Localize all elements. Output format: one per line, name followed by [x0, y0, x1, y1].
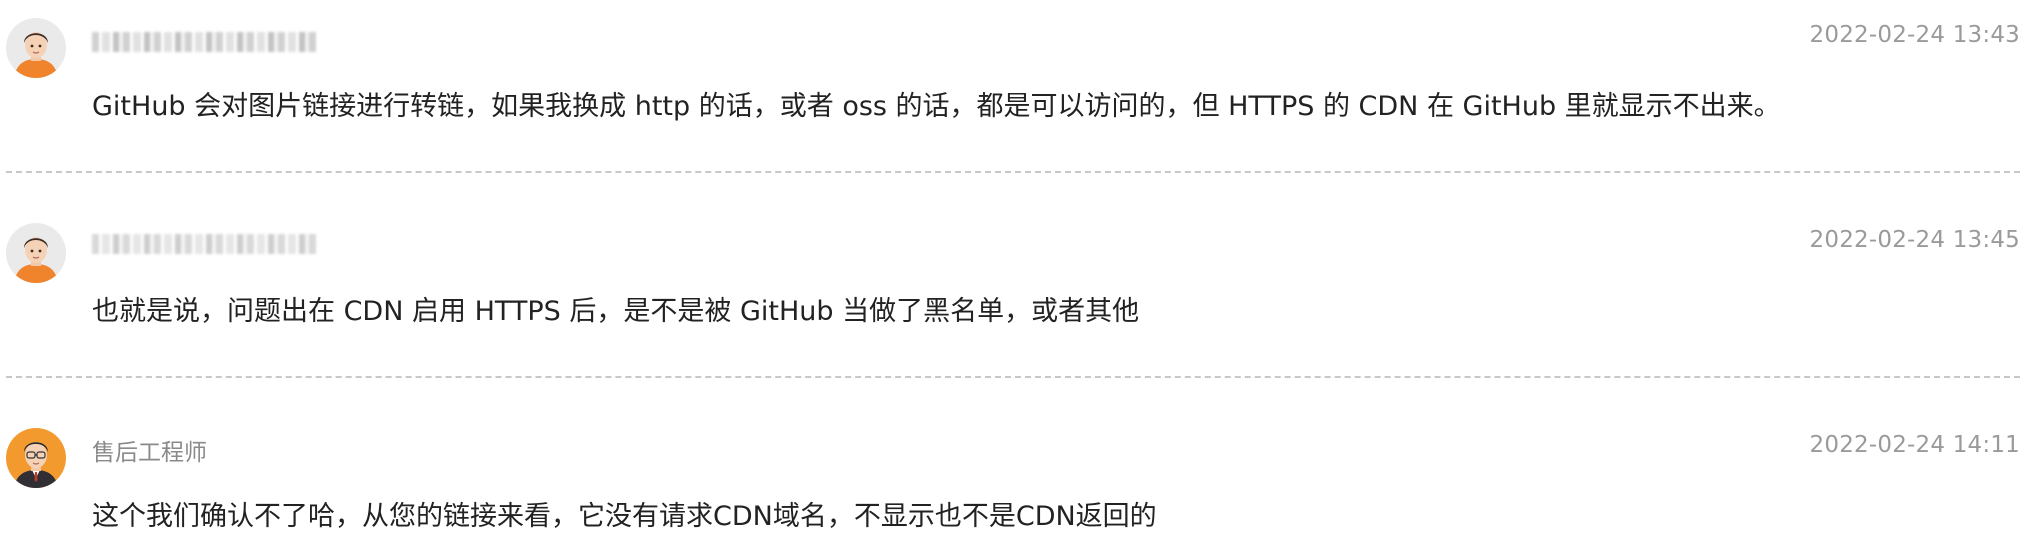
comment-text: 这个我们确认不了哈，从您的链接来看，它没有请求CDN域名，不显示也不是CDN返回…	[92, 501, 1157, 532]
username[interactable]: 售后工程师	[92, 433, 207, 467]
comment-divider	[6, 171, 2020, 173]
user-avatar-icon[interactable]	[6, 223, 66, 283]
comment-text: 也就是说，问题出在 CDN 启用 HTTPS 后，是不是被 GitHub 当做了…	[92, 296, 1140, 327]
comment-timestamp: 2022-02-24 14:11	[1809, 432, 2020, 458]
engineer-avatar-icon[interactable]	[6, 428, 66, 488]
username-obscured[interactable]	[92, 32, 318, 52]
comment-thread: 2022-02-24 13:43 GitHub 会对图片链接进行转链，如果我换成…	[0, 0, 2042, 540]
comment-text: GitHub 会对图片链接进行转链，如果我换成 http 的话，或者 oss 的…	[92, 91, 1781, 122]
comment-timestamp: 2022-02-24 13:43	[1809, 22, 2020, 48]
user-avatar-icon[interactable]	[6, 18, 66, 78]
username-obscured[interactable]	[92, 234, 318, 254]
comment-divider	[6, 376, 2020, 378]
comment-timestamp: 2022-02-24 13:45	[1809, 227, 2020, 253]
